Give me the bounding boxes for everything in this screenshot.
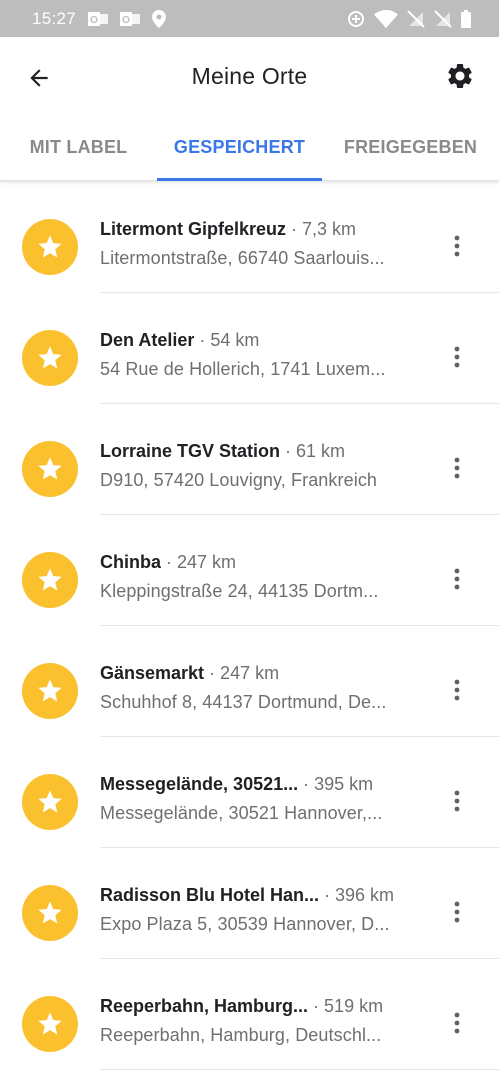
place-name: Messegelände, 30521... bbox=[100, 774, 299, 794]
star-icon bbox=[22, 885, 78, 941]
location-pin-icon bbox=[152, 9, 167, 28]
place-address: Kleppingstraße 24, 44135 Dortm... bbox=[100, 581, 379, 601]
place-text: Chinba · 247 km Kleppingstraße 24, 44135 … bbox=[100, 552, 418, 602]
more-vert-icon bbox=[454, 568, 460, 590]
arrow-back-icon bbox=[30, 69, 48, 87]
star-icon bbox=[22, 441, 78, 497]
tab-mit-label[interactable]: MIT LABEL bbox=[0, 115, 157, 180]
more-options-button[interactable] bbox=[445, 456, 469, 480]
svg-text:O: O bbox=[122, 15, 130, 26]
wifi-icon bbox=[374, 9, 398, 28]
more-vert-icon bbox=[454, 790, 460, 812]
no-sim-icon bbox=[434, 9, 452, 28]
tab-freigegeben[interactable]: FREIGEGEBEN bbox=[322, 115, 499, 180]
more-options-button[interactable] bbox=[445, 1011, 469, 1035]
more-vert-icon bbox=[454, 901, 460, 923]
place-address: Reeperbahn, Hamburg, Deutschl... bbox=[100, 1025, 382, 1045]
place-address: 54 Rue de Hollerich, 1741 Luxem... bbox=[100, 359, 386, 379]
star-icon bbox=[22, 330, 78, 386]
place-address: Litermontstraße, 66740 Saarlouis... bbox=[100, 248, 385, 268]
saved-places-list: Litermont Gipfelkreuz · 7,3 km Litermonts… bbox=[0, 182, 499, 1070]
tab-bar: MIT LABEL GESPEICHERT FREIGEGEBEN bbox=[0, 115, 499, 181]
more-vert-icon bbox=[454, 346, 460, 368]
page-title: Meine Orte bbox=[191, 62, 308, 89]
place-text: Radisson Blu Hotel Han... · 396 km Expo P… bbox=[100, 885, 418, 935]
more-options-button[interactable] bbox=[445, 900, 469, 924]
list-item[interactable]: Chinba · 247 km Kleppingstraße 24, 44135 … bbox=[0, 515, 499, 626]
outlook-icon: O bbox=[120, 10, 141, 28]
place-address: D910, 57420 Louvigny, Frankreich bbox=[100, 470, 378, 490]
list-item[interactable]: Reeperbahn, Hamburg... · 519 km Reeperbah… bbox=[0, 959, 499, 1070]
list-item[interactable]: Den Atelier · 54 km 54 Rue de Hollerich, … bbox=[0, 293, 499, 404]
place-distance: · 247 km bbox=[209, 663, 280, 683]
more-options-button[interactable] bbox=[445, 789, 469, 813]
back-button[interactable] bbox=[22, 61, 56, 95]
star-icon bbox=[22, 996, 78, 1052]
place-address: Messegelände, 30521 Hannover,... bbox=[100, 803, 383, 823]
settings-button[interactable] bbox=[443, 59, 477, 93]
more-vert-icon bbox=[454, 235, 460, 257]
place-name: Reeperbahn, Hamburg... bbox=[100, 996, 309, 1016]
more-vert-icon bbox=[454, 457, 460, 479]
place-name: Den Atelier bbox=[100, 330, 195, 350]
place-distance: · 61 km bbox=[285, 441, 346, 461]
more-vert-icon bbox=[454, 679, 460, 701]
star-icon bbox=[22, 552, 78, 608]
place-distance: · 54 km bbox=[199, 330, 260, 350]
place-text: Litermont Gipfelkreuz · 7,3 km Litermonts… bbox=[100, 219, 418, 269]
place-text: Lorraine TGV Station · 61 km D910, 57420 … bbox=[100, 441, 418, 491]
star-icon bbox=[22, 663, 78, 719]
gear-icon bbox=[448, 63, 472, 88]
place-name: Lorraine TGV Station bbox=[100, 441, 281, 461]
status-bar: 15:27 O O bbox=[0, 0, 499, 37]
place-address: Expo Plaza 5, 30539 Hannover, D... bbox=[100, 914, 390, 934]
more-vert-icon bbox=[454, 1012, 460, 1034]
app-bar: Meine Orte bbox=[0, 37, 499, 115]
place-distance: · 519 km bbox=[313, 996, 384, 1016]
list-item[interactable]: Gänsemarkt · 247 km Schuhhof 8, 44137 Dor… bbox=[0, 626, 499, 737]
battery-icon bbox=[461, 9, 471, 28]
outlook-icon: O bbox=[88, 10, 109, 28]
place-distance: · 395 km bbox=[303, 774, 374, 794]
place-distance: · 7,3 km bbox=[291, 219, 357, 239]
place-text: Den Atelier · 54 km 54 Rue de Hollerich, … bbox=[100, 330, 418, 380]
place-name: Litermont Gipfelkreuz bbox=[100, 219, 287, 239]
status-time: 15:27 bbox=[32, 8, 77, 28]
svg-text:O: O bbox=[90, 15, 98, 26]
place-name: Gänsemarkt bbox=[100, 663, 205, 683]
list-item[interactable]: Radisson Blu Hotel Han... · 396 km Expo P… bbox=[0, 848, 499, 959]
star-icon bbox=[22, 774, 78, 830]
status-right bbox=[347, 9, 471, 28]
more-options-button[interactable] bbox=[445, 678, 469, 702]
tab-gespeichert[interactable]: GESPEICHERT bbox=[157, 115, 322, 181]
place-address: Schuhhof 8, 44137 Dortmund, De... bbox=[100, 692, 387, 712]
more-options-button[interactable] bbox=[445, 234, 469, 258]
no-sim-icon bbox=[407, 9, 425, 28]
place-name: Chinba bbox=[100, 552, 161, 572]
place-text: Reeperbahn, Hamburg... · 519 km Reeperbah… bbox=[100, 996, 418, 1046]
list-item[interactable]: Litermont Gipfelkreuz · 7,3 km Litermonts… bbox=[0, 182, 499, 293]
list-item[interactable]: Lorraine TGV Station · 61 km D910, 57420 … bbox=[0, 404, 499, 515]
place-text: Gänsemarkt · 247 km Schuhhof 8, 44137 Dor… bbox=[100, 663, 418, 713]
place-name: Radisson Blu Hotel Han... bbox=[100, 885, 320, 905]
place-text: Messegelände, 30521... · 395 km Messegelä… bbox=[100, 774, 418, 824]
list-item[interactable]: Messegelände, 30521... · 395 km Messegelä… bbox=[0, 737, 499, 848]
more-options-button[interactable] bbox=[445, 345, 469, 369]
place-distance: · 247 km bbox=[166, 552, 237, 572]
divider bbox=[100, 1069, 499, 1070]
star-icon bbox=[22, 219, 78, 275]
more-options-button[interactable] bbox=[445, 567, 469, 591]
status-left: 15:27 O O bbox=[32, 8, 167, 29]
place-distance: · 396 km bbox=[324, 885, 395, 905]
data-saver-icon bbox=[347, 10, 365, 28]
